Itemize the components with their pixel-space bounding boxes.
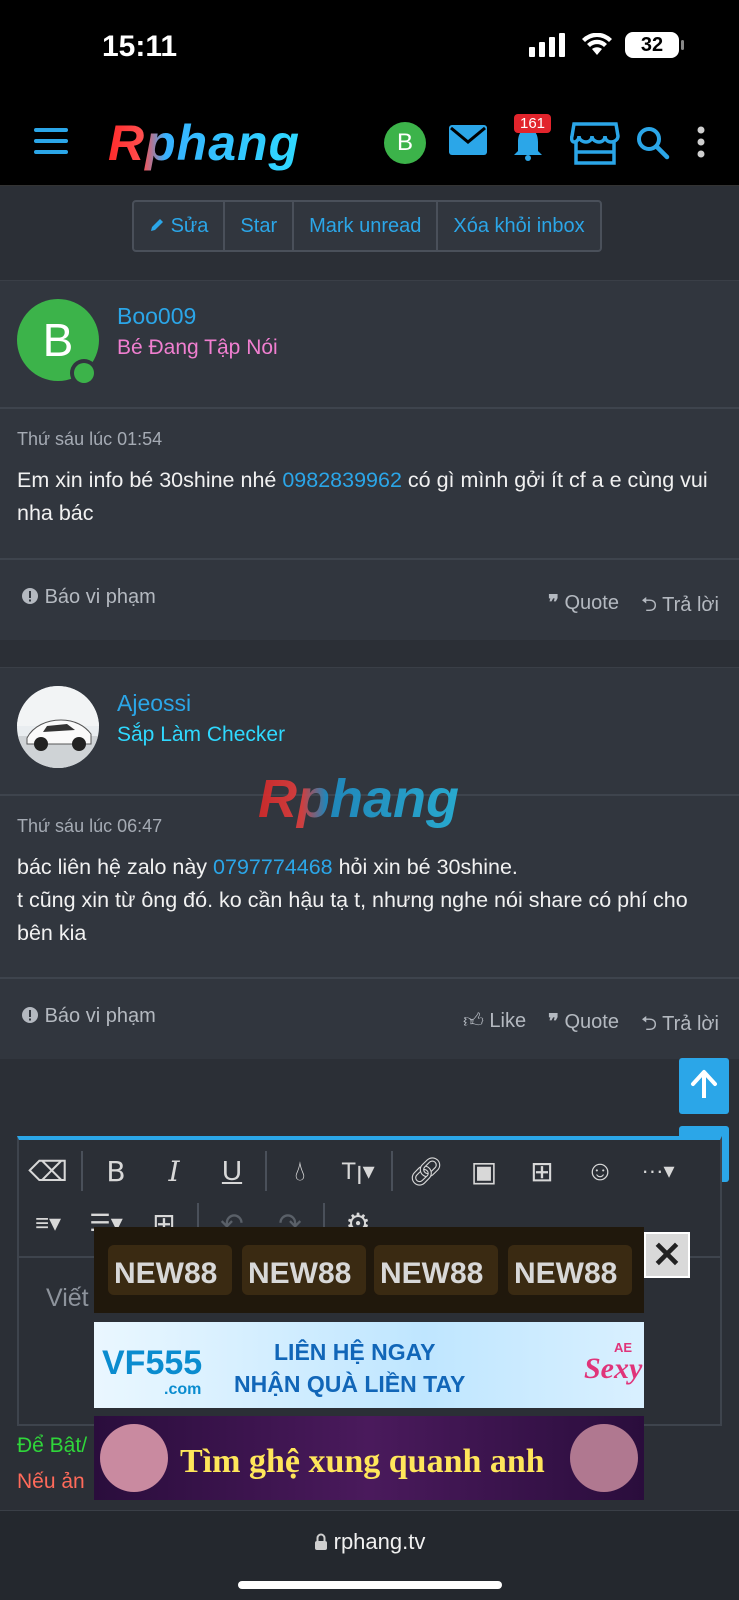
video-icon[interactable]: ⊞ [513,1146,571,1196]
mark-unread-button[interactable]: Mark unread [294,202,439,250]
user-avatar[interactable]: B [384,122,426,164]
vf555-banner-graphic: VF555 .com LIÊN HỆ NGAY NHẬN QUÀ LIỀN TA… [102,1338,643,1398]
reply-button[interactable]: ⮌ Trả lời [641,1009,719,1043]
ad-banner-dating[interactable]: Tìm ghệ xung quanh anh [94,1416,644,1500]
dating-banner-graphic: Tìm ghệ xung quanh anh [100,1424,638,1492]
vf555-domain: .com [164,1381,201,1398]
message-1: B Boo009 Bé Đang Tập Nói Thứ sáu lúc 01:… [0,280,739,640]
message-footer: Báo vi phạm ❞ Quote ⮌ Trả lời [0,558,739,640]
edit-button[interactable]: Sửa [134,202,226,250]
battery-percent: 32 [640,34,664,56]
mail-icon[interactable] [448,124,488,156]
eraser-icon[interactable]: ⌫ [19,1146,77,1196]
vf555-line1: LIÊN HỆ NGAY [274,1338,435,1365]
avatar[interactable] [17,686,99,768]
store-icon[interactable] [570,120,620,166]
dating-banner-text: Tìm ghệ xung quanh anh [180,1443,545,1480]
new88-label: NEW88 [514,1257,617,1290]
message-date: Thứ sáu lúc 01:54 [17,429,163,449]
hint-text-green: Để Bật/ [17,1434,88,1457]
like-button[interactable]: 👍︎ Like [463,1009,526,1043]
more-vertical-icon[interactable] [696,126,706,158]
message-actions: ❞ Quote ⮌ Trả lời [548,590,719,624]
alert-icon [22,588,38,604]
underline-icon[interactable]: U [203,1146,261,1196]
conversation-actions: Sửa Star Mark unread Xóa khỏi inbox [132,200,602,252]
alert-icon [22,1007,38,1023]
hint-text-red: Nếu ản [17,1470,85,1493]
arrow-up-icon [691,1070,717,1086]
site-logo[interactable]: Rphang [108,114,300,172]
align-icon[interactable]: ≡▾ [19,1198,77,1248]
lock-icon [314,1533,327,1550]
new88-label: NEW88 [248,1257,351,1290]
input-placeholder: Viết [46,1284,89,1312]
sexy-logo: Sexy [584,1352,643,1385]
star-button[interactable]: Star [225,202,295,250]
report-button[interactable]: Báo vi phạm [21,586,156,609]
phone-link[interactable]: 0797774468 [213,855,333,879]
color-icon[interactable]: 💧︎ [271,1146,329,1196]
quote-icon: ❞ [548,1011,559,1033]
bold-icon[interactable]: B [87,1146,145,1196]
scroll-top-button[interactable] [679,1058,729,1114]
browser-address-bar: rphang.tv [0,1510,739,1600]
notification-badge: 161 [514,114,552,133]
app-header: Rphang B 161 [0,100,739,186]
quote-icon: ❞ [548,592,559,614]
more-options-icon[interactable]: ···▾ [629,1146,687,1196]
ad-banner-new88[interactable]: NEW88 NEW88 NEW88 NEW88 [94,1227,644,1313]
online-status-icon [70,359,98,387]
delete-from-inbox-button[interactable]: Xóa khỏi inbox [438,202,599,250]
italic-icon[interactable]: I [145,1146,203,1196]
menu-icon[interactable] [34,128,68,156]
status-icons: 32 [529,32,684,58]
message-text: Em xin info bé 30shine nhé 0982839962 có… [17,468,708,525]
thumbs-up-icon: 👍︎ [462,1010,484,1032]
close-ad-button[interactable]: ✕ [644,1232,690,1278]
vf555-line2: NHẬN QUÀ LIỀN TAY [234,1370,465,1397]
user-title: Bé Đang Tập Nói [117,336,278,359]
emoji-icon[interactable]: ☺ [571,1146,629,1196]
user-title: Sắp Làm Checker [117,723,286,746]
battery-icon: 32 [625,32,684,58]
wifi-icon [582,33,612,55]
quote-button[interactable]: ❞ Quote [548,590,619,624]
message-actions: 👍︎ Like ❞ Quote ⮌ Trả lời [463,1009,719,1043]
editor-toolbar-row-1: ⌫ B I U 💧︎ Tꞁ▾ 🔗︎ ▣ ⊞ ☺ ···▾ [19,1142,687,1200]
new88-banner-graphic: NEW88 NEW88 NEW88 NEW88 [94,1227,644,1313]
edit-label: Sửa [170,215,209,237]
message-header: B Boo009 Bé Đang Tập Nói [0,281,739,409]
message-body: Thứ sáu lúc 01:54 Em xin info bé 30shine… [0,409,739,530]
font-size-icon[interactable]: Tꞁ▾ [329,1146,387,1196]
status-time: 15:11 [102,30,178,63]
message-footer: Báo vi phạm 👍︎ Like ❞ Quote ⮌ Trả lời [0,977,739,1059]
new88-label: NEW88 [114,1257,217,1290]
signal-icon [529,33,565,57]
pencil-icon [151,219,163,231]
home-indicator [238,1581,502,1589]
reply-icon: ⮌ [640,594,657,616]
ae-label: AE [614,1340,632,1355]
username[interactable]: Boo009 [117,303,196,330]
username[interactable]: Ajeossi [117,690,191,717]
phone-link[interactable]: 0982839962 [282,468,402,492]
reply-button[interactable]: ⮌ Trả lời [641,590,719,624]
report-button[interactable]: Báo vi phạm [21,1005,156,1028]
new88-label: NEW88 [380,1257,483,1290]
link-icon[interactable]: 🔗︎ [397,1146,455,1196]
message-2: Ajeossi Sắp Làm Checker Thứ sáu lúc 06:4… [0,667,739,1059]
message-text: bác liên hệ zalo này 0797774468 hỏi xin … [17,855,688,945]
quote-button[interactable]: ❞ Quote [548,1009,619,1043]
search-icon[interactable] [636,126,670,160]
reply-icon: ⮌ [640,1013,657,1035]
url-bar[interactable]: rphang.tv [0,1529,739,1555]
watermark-logo: Rphang [258,769,459,829]
ad-banner-vf555[interactable]: VF555 .com LIÊN HỆ NGAY NHẬN QUÀ LIỀN TA… [94,1322,644,1408]
vf555-brand: VF555 [102,1344,202,1382]
status-bar: 15:11 32 [0,0,739,100]
image-icon[interactable]: ▣ [455,1146,513,1196]
